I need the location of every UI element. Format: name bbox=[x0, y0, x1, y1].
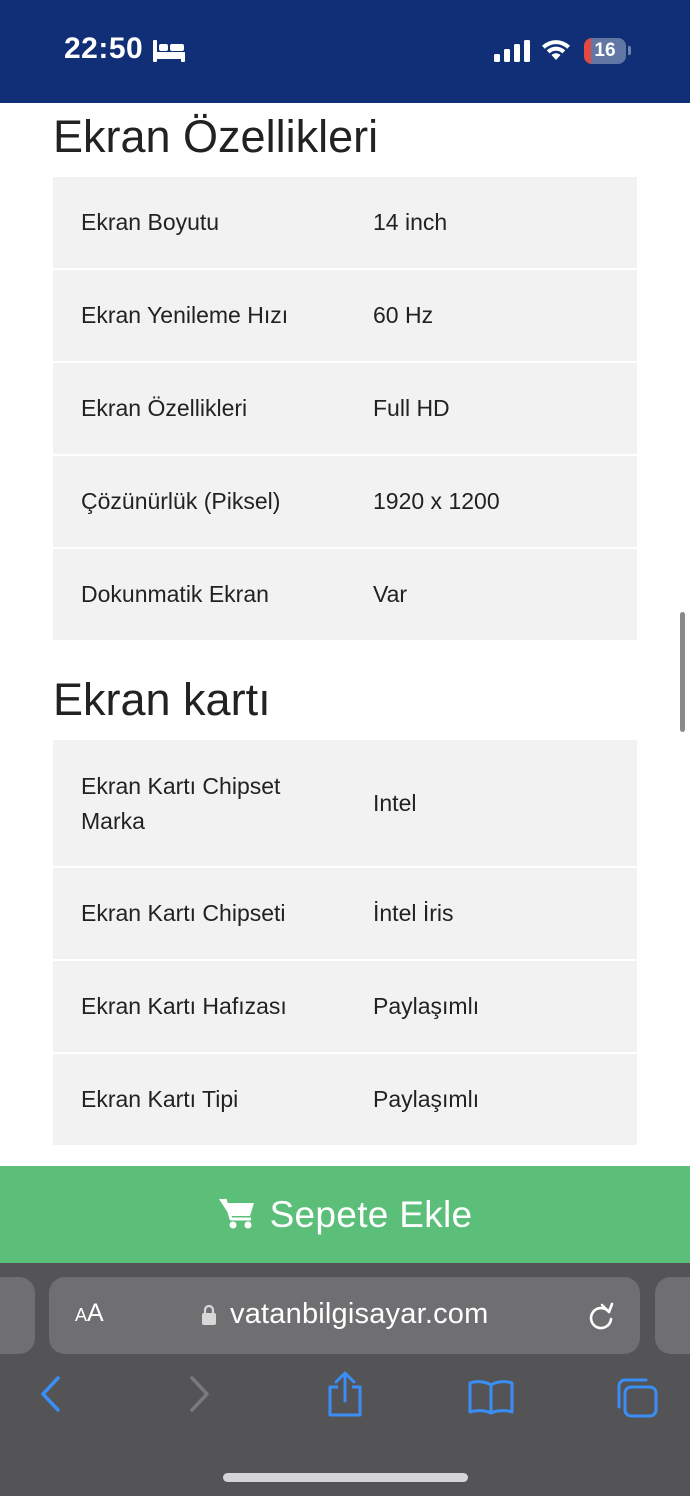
previous-tab-preview[interactable] bbox=[0, 1277, 35, 1354]
spec-value: 14 inch bbox=[373, 209, 448, 235]
section-title-ekran-ozellikleri: Ekran Özellikleri bbox=[53, 111, 379, 162]
add-to-cart-label: Sepete Ekle bbox=[269, 1193, 473, 1235]
reload-icon[interactable] bbox=[587, 1301, 615, 1331]
spec-value: 60 Hz bbox=[373, 302, 434, 328]
wifi-icon bbox=[542, 40, 570, 60]
home-indicator bbox=[223, 1473, 468, 1482]
spec-key: Çözünürlük (Piksel) bbox=[81, 488, 281, 514]
spec-key: Dokunmatik Ekran bbox=[81, 581, 269, 607]
scroll-indicator[interactable] bbox=[680, 612, 685, 732]
browser-toolbar-area: AA vatanbilgisayar.com bbox=[0, 1263, 690, 1496]
spec-value: Full HD bbox=[373, 395, 450, 421]
spec-key: Ekran Yenileme Hızı bbox=[81, 302, 289, 328]
spec-row: Dokunmatik Ekran Var bbox=[53, 549, 637, 640]
battery-icon: 16 bbox=[584, 38, 626, 64]
add-to-cart-button[interactable]: Sepete Ekle bbox=[0, 1166, 690, 1263]
text-size-small-a: A bbox=[75, 1305, 88, 1325]
spec-value: Paylaşımlı bbox=[373, 993, 480, 1019]
next-tab-preview[interactable] bbox=[655, 1277, 690, 1354]
cart-icon bbox=[218, 1198, 254, 1228]
forward-icon[interactable] bbox=[188, 1375, 212, 1413]
spec-value: 1920 x 1200 bbox=[373, 488, 500, 514]
spec-value: Paylaşımlı bbox=[373, 1086, 480, 1112]
section-title-ekran-karti: Ekran kartı bbox=[53, 674, 271, 725]
bed-icon bbox=[153, 40, 185, 62]
spec-key: Ekran Özellikleri bbox=[81, 395, 248, 421]
spec-row: Ekran Kartı Chipseti İntel İris bbox=[53, 868, 637, 961]
spec-row: Ekran Özellikleri Full HD bbox=[53, 363, 637, 456]
spec-row: Ekran Yenileme Hızı 60 Hz bbox=[53, 270, 637, 363]
spec-key: Ekran Kartı Tipi bbox=[81, 1086, 239, 1112]
battery-cap bbox=[628, 46, 631, 55]
url-text[interactable]: vatanbilgisayar.com bbox=[230, 1298, 489, 1331]
spec-value: İntel İris bbox=[373, 900, 454, 926]
spec-row: Ekran Kartı Hafızası Paylaşımlı bbox=[53, 961, 637, 1054]
spec-row: Çözünürlük (Piksel) 1920 x 1200 bbox=[53, 456, 637, 549]
status-time: 22:50 bbox=[64, 32, 144, 65]
spec-table-ekran-ozellikleri: Ekran Boyutu 14 inch Ekran Yenileme Hızı… bbox=[53, 177, 637, 640]
spec-key: Ekran Kartı Hafızası bbox=[81, 993, 287, 1019]
text-size-button[interactable]: AA bbox=[75, 1299, 104, 1328]
spec-key: Ekran Kartı Chipseti bbox=[81, 900, 286, 926]
spec-row: Ekran Boyutu 14 inch bbox=[53, 177, 637, 270]
spec-key: Ekran Kartı Chipset Marka bbox=[81, 773, 281, 834]
address-bar[interactable]: AA vatanbilgisayar.com bbox=[49, 1277, 640, 1354]
spec-key: Ekran Boyutu bbox=[81, 209, 220, 235]
spec-value: Intel bbox=[373, 789, 417, 816]
lock-icon bbox=[202, 1304, 216, 1325]
spec-table-ekran-karti: Ekran Kartı Chipset Marka Intel Ekran Ka… bbox=[53, 740, 637, 1145]
tabs-icon[interactable] bbox=[615, 1377, 659, 1419]
spec-value: Var bbox=[373, 581, 408, 607]
bookmarks-icon[interactable] bbox=[468, 1379, 514, 1415]
battery-level: 16 bbox=[594, 40, 616, 61]
cellular-signal-icon bbox=[494, 40, 530, 62]
spec-row: Ekran Kartı Tipi Paylaşımlı bbox=[53, 1054, 637, 1145]
status-bar: 22:50 16 bbox=[0, 0, 690, 103]
back-icon[interactable] bbox=[38, 1375, 62, 1413]
text-size-large-a: A bbox=[87, 1299, 104, 1327]
spec-row: Ekran Kartı Chipset Marka Intel bbox=[53, 740, 637, 868]
share-icon[interactable] bbox=[326, 1371, 364, 1417]
